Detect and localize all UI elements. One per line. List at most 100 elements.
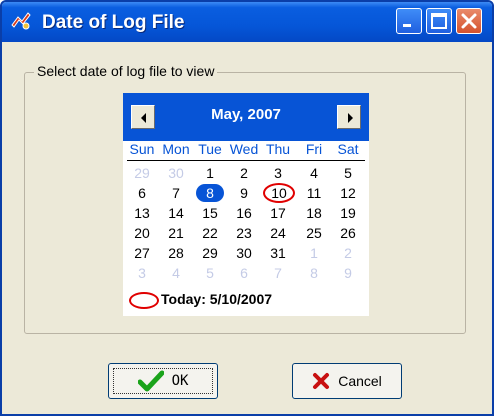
calendar-day[interactable]: 22 <box>195 223 225 243</box>
calendar-day-number: 26 <box>340 225 356 241</box>
calendar-day[interactable]: 9 <box>229 183 259 203</box>
calendar-day[interactable]: 4 <box>161 263 191 283</box>
calendar-day-number: 6 <box>240 265 248 281</box>
calendar-day-number: 4 <box>172 265 180 281</box>
calendar-day-number: 12 <box>340 185 356 201</box>
today-label: Today: 5/10/2007 <box>161 291 273 307</box>
calendar-day[interactable]: 2 <box>229 163 259 183</box>
calendar-day[interactable]: 9 <box>333 263 363 283</box>
calendar-day-number: 8 <box>310 265 318 281</box>
calendar-day[interactable]: 1 <box>195 163 225 183</box>
calendar-day-number: 5 <box>206 265 214 281</box>
calendar-day-number: 18 <box>306 205 322 221</box>
calendar-day[interactable]: 5 <box>195 263 225 283</box>
calendar-day[interactable]: 6 <box>127 183 157 203</box>
calendar-day[interactable]: 12 <box>333 183 363 203</box>
calendar-day[interactable]: 30 <box>229 243 259 263</box>
calendar-day[interactable]: 30 <box>161 163 191 183</box>
calendar-day-number: 3 <box>274 165 282 181</box>
window-title: Date of Log File <box>42 12 185 33</box>
calendar-day-number: 1 <box>206 165 214 181</box>
calendar-day-number: 10 <box>263 183 295 203</box>
calendar-day-number: 24 <box>270 225 286 241</box>
calendar-day-number: 29 <box>202 245 218 261</box>
ok-button[interactable]: OK <box>108 363 218 399</box>
calendar-day[interactable]: 7 <box>263 263 293 283</box>
day-of-week-row: Sun Mon Tue Wed Thu Fri Sat <box>123 141 369 159</box>
dow-tue: Tue <box>198 141 222 157</box>
today-circle-icon <box>129 292 159 309</box>
calendar-day[interactable]: 4 <box>299 163 329 183</box>
calendar-day-number: 29 <box>134 165 150 181</box>
calendar-day-selected[interactable]: 8 <box>195 183 225 203</box>
calendar-day[interactable]: 13 <box>127 203 157 223</box>
calendar-day-number: 27 <box>134 245 150 261</box>
calendar-day[interactable]: 24 <box>263 223 293 243</box>
cancel-label: Cancel <box>338 373 382 389</box>
cancel-button[interactable]: Cancel <box>292 363 402 399</box>
dow-thu: Thu <box>265 141 291 157</box>
calendar-day[interactable]: 25 <box>299 223 329 243</box>
calendar-day[interactable]: 1 <box>299 243 329 263</box>
today-row[interactable]: Today: 5/10/2007 <box>129 290 369 310</box>
close-button[interactable] <box>456 8 482 34</box>
app-icon <box>11 12 31 30</box>
close-icon <box>461 13 477 29</box>
calendar-day[interactable]: 23 <box>229 223 259 243</box>
dow-fri: Fri <box>305 141 323 157</box>
calendar-day[interactable]: 19 <box>333 203 363 223</box>
calendar-day-number: 7 <box>274 265 282 281</box>
calendar-day[interactable]: 2 <box>333 243 363 263</box>
calendar-day[interactable]: 31 <box>263 243 293 263</box>
calendar-day-number: 11 <box>306 185 322 201</box>
calendar-day[interactable]: 6 <box>229 263 259 283</box>
calendar-day[interactable]: 21 <box>161 223 191 243</box>
header-divider <box>127 160 365 161</box>
calendar-day[interactable]: 29 <box>127 163 157 183</box>
calendar-day-number: 13 <box>134 205 150 221</box>
calendar-day[interactable]: 17 <box>263 203 293 223</box>
calendar-day[interactable]: 27 <box>127 243 157 263</box>
calendar-day[interactable]: 8 <box>299 263 329 283</box>
calendar-day-number: 6 <box>138 185 146 201</box>
calendar-day-number: 7 <box>172 185 180 201</box>
calendar-day-number: 3 <box>138 265 146 281</box>
calendar-day-number: 21 <box>168 225 184 241</box>
calendar-header: May, 2007 <box>123 93 369 141</box>
calendar-day-number: 31 <box>270 245 286 261</box>
minimize-button[interactable] <box>396 8 422 34</box>
calendar-day[interactable]: 16 <box>229 203 259 223</box>
dow-wed: Wed <box>229 141 259 157</box>
calendar-day-today[interactable]: 10 <box>263 183 295 203</box>
next-month-button[interactable] <box>337 105 361 129</box>
calendar-day[interactable]: 7 <box>161 183 191 203</box>
right-arrow-icon <box>348 113 353 123</box>
maximize-button[interactable] <box>426 8 452 34</box>
calendar-day[interactable]: 15 <box>195 203 225 223</box>
title-bar[interactable]: Date of Log File <box>2 2 492 42</box>
previous-month-button[interactable] <box>131 105 155 129</box>
left-arrow-icon <box>141 113 146 123</box>
calendar-day-number: 17 <box>270 205 286 221</box>
calendar-day-number: 22 <box>202 225 218 241</box>
calendar-day-number: 23 <box>236 225 252 241</box>
calendar-day-number: 1 <box>310 245 318 261</box>
calendar-day[interactable]: 20 <box>127 223 157 243</box>
calendar-day[interactable]: 11 <box>299 183 329 203</box>
calendar-day-number: 9 <box>240 185 248 201</box>
calendar-day[interactable]: 3 <box>263 163 293 183</box>
calendar-day[interactable]: 5 <box>333 163 363 183</box>
calendar-day[interactable]: 26 <box>333 223 363 243</box>
calendar-day-number: 5 <box>344 165 352 181</box>
calendar-day[interactable]: 18 <box>299 203 329 223</box>
calendar-day[interactable]: 3 <box>127 263 157 283</box>
month-title[interactable]: May, 2007 <box>163 106 329 123</box>
calendar-day-number: 4 <box>310 165 318 181</box>
calendar-day[interactable]: 28 <box>161 243 191 263</box>
dialog-window: Date of Log File Select date of log file… <box>0 0 494 416</box>
minimize-icon <box>403 24 411 27</box>
calendar-day-number: 30 <box>168 165 184 181</box>
calendar-day[interactable]: 29 <box>195 243 225 263</box>
focus-rectangle <box>113 368 213 394</box>
calendar-day[interactable]: 14 <box>161 203 191 223</box>
